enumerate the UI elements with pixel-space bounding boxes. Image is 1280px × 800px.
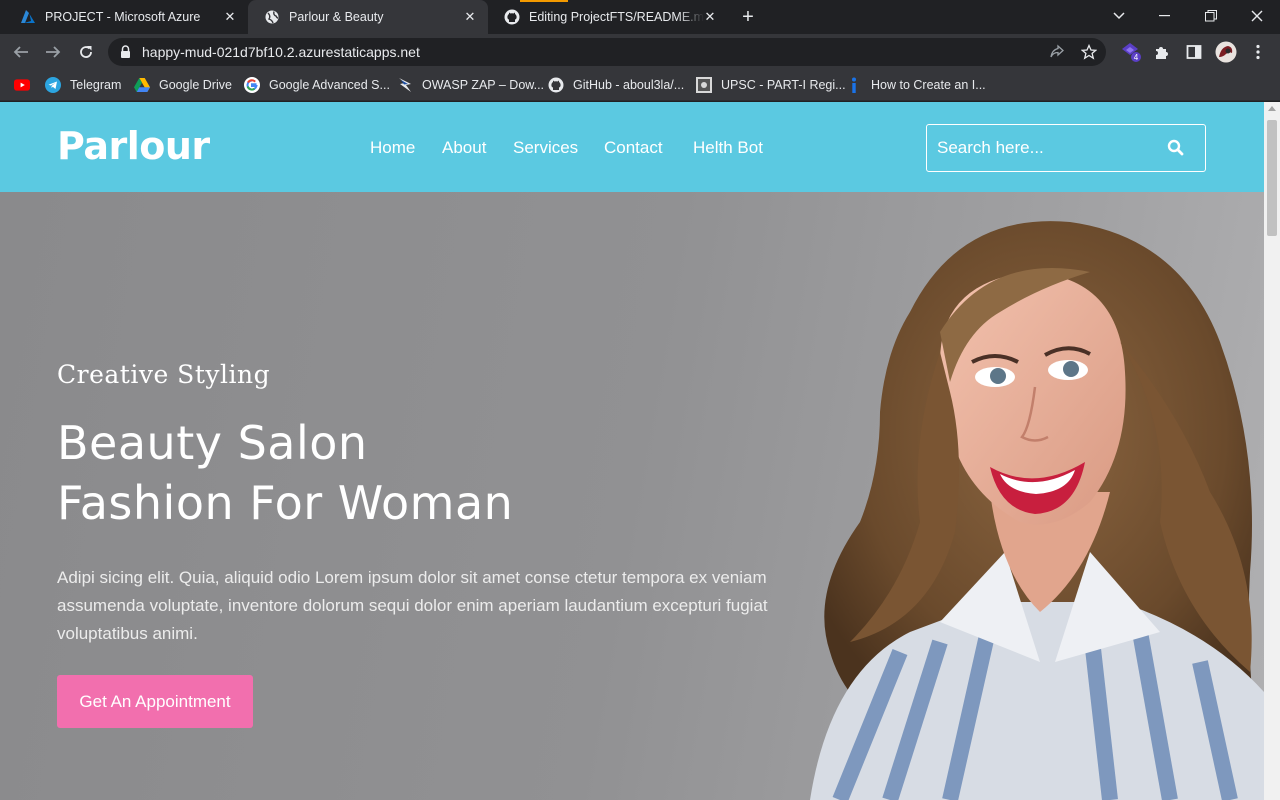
search-icon[interactable] xyxy=(1167,139,1184,161)
more-menu-icon[interactable] xyxy=(1245,39,1271,65)
tab-search-icon[interactable] xyxy=(1096,0,1142,32)
bookmark-label: GitHub - aboul3la/... xyxy=(573,78,685,92)
forward-icon[interactable] xyxy=(40,39,66,65)
bookmark-telegram[interactable]: Telegram xyxy=(45,76,121,94)
page-viewport: Parlour Home About Services Contact Helt… xyxy=(0,102,1264,800)
nav-helth-bot[interactable]: Helth Bot xyxy=(693,138,763,158)
share-icon[interactable] xyxy=(1048,43,1066,61)
restore-icon[interactable] xyxy=(1188,0,1234,32)
bookmark-google-advanced-search[interactable]: Google Advanced S... xyxy=(244,76,390,94)
tab-azure[interactable]: PROJECT - Microsoft Azure ✕ xyxy=(4,0,248,34)
tab-title: Parlour & Beauty xyxy=(289,10,384,24)
close-tab-icon[interactable]: ✕ xyxy=(462,9,478,25)
lock-icon[interactable] xyxy=(120,45,131,64)
url-text: happy-mud-021d7bf10.2.azurestaticapps.ne… xyxy=(142,44,420,60)
tab-title: PROJECT - Microsoft Azure xyxy=(45,10,201,24)
globe-icon xyxy=(264,9,280,25)
github-icon xyxy=(548,77,564,93)
bookmark-label: How to Create an I... xyxy=(871,78,986,92)
page-scrollbar[interactable] xyxy=(1264,102,1280,800)
bookmark-how-to-create[interactable]: How to Create an I... xyxy=(846,76,986,94)
hero-headline-line2: Fashion For Woman xyxy=(57,476,514,530)
info-icon xyxy=(846,77,862,93)
hero-section: Creative Styling Beauty Salon Fashion Fo… xyxy=(0,192,1264,800)
bookmark-label: Telegram xyxy=(70,78,122,92)
reload-icon[interactable] xyxy=(73,39,99,65)
back-icon[interactable] xyxy=(8,39,34,65)
hero-tagline: Creative Styling xyxy=(57,360,271,389)
bookmarks-bar: Telegram Google Drive Google Advanced S.… xyxy=(0,70,1280,101)
owasp-zap-icon xyxy=(397,77,413,93)
search-input[interactable] xyxy=(937,137,1147,159)
get-appointment-button[interactable]: Get An Appointment xyxy=(57,675,253,728)
bookmark-label: Google Advanced S... xyxy=(269,78,390,92)
site-search-box xyxy=(926,124,1206,172)
extension-icon[interactable]: 4 xyxy=(1118,39,1144,65)
tab-title: Editing ProjectFTS/README.md at xyxy=(529,10,704,24)
bookmark-youtube[interactable] xyxy=(14,76,39,94)
hero-headline-line1: Beauty Salon xyxy=(57,416,368,470)
bookmark-label: Google Drive xyxy=(159,78,232,92)
bookmark-owasp-zap[interactable]: OWASP ZAP – Dow... xyxy=(397,76,544,94)
upsc-icon xyxy=(696,77,712,93)
bookmark-upsc[interactable]: UPSC - PART-I Regi... xyxy=(696,76,846,94)
new-tab-icon[interactable]: + xyxy=(737,6,759,28)
bookmark-github[interactable]: GitHub - aboul3la/... xyxy=(548,76,684,94)
nav-home[interactable]: Home xyxy=(370,138,415,158)
tab-github-readme[interactable]: Editing ProjectFTS/README.md at ✕ xyxy=(488,0,728,34)
bookmark-google-drive[interactable]: Google Drive xyxy=(134,76,232,94)
nav-contact[interactable]: Contact xyxy=(604,138,663,158)
site-header: Parlour Home About Services Contact Helt… xyxy=(0,102,1264,192)
tab-parlour[interactable]: Parlour & Beauty ✕ xyxy=(248,0,488,34)
close-tab-icon[interactable]: ✕ xyxy=(222,9,238,25)
extension-badge: 4 xyxy=(1134,53,1139,62)
bookmark-label: OWASP ZAP – Dow... xyxy=(422,78,545,92)
bookmark-star-icon[interactable] xyxy=(1080,43,1098,61)
youtube-icon xyxy=(14,77,30,93)
address-bar[interactable]: happy-mud-021d7bf10.2.azurestaticapps.ne… xyxy=(108,38,1106,66)
nav-about[interactable]: About xyxy=(442,138,486,158)
github-icon xyxy=(504,9,520,25)
scroll-up-arrow-icon[interactable] xyxy=(1268,106,1276,111)
tab-strip: PROJECT - Microsoft Azure ✕ Parlour & Be… xyxy=(0,0,1280,34)
telegram-icon xyxy=(45,77,61,93)
scrollbar-thumb[interactable] xyxy=(1267,120,1277,236)
extensions-puzzle-icon[interactable] xyxy=(1149,39,1175,65)
minimize-icon[interactable] xyxy=(1142,0,1188,32)
bookmark-label: UPSC - PART-I Regi... xyxy=(721,78,846,92)
hero-model-image xyxy=(810,221,1264,800)
google-icon xyxy=(244,77,260,93)
site-logo[interactable]: Parlour xyxy=(57,124,210,168)
browser-toolbar: happy-mud-021d7bf10.2.azurestaticapps.ne… xyxy=(0,34,1280,70)
hero-description: Adipi sicing elit. Quia, aliquid odio Lo… xyxy=(57,568,768,643)
azure-icon xyxy=(20,9,36,25)
close-window-icon[interactable] xyxy=(1234,0,1280,32)
side-panel-icon[interactable] xyxy=(1181,39,1207,65)
close-tab-icon[interactable]: ✕ xyxy=(702,9,718,25)
nav-services[interactable]: Services xyxy=(513,138,578,158)
google-drive-icon xyxy=(134,77,150,93)
profile-avatar-icon[interactable] xyxy=(1213,39,1239,65)
